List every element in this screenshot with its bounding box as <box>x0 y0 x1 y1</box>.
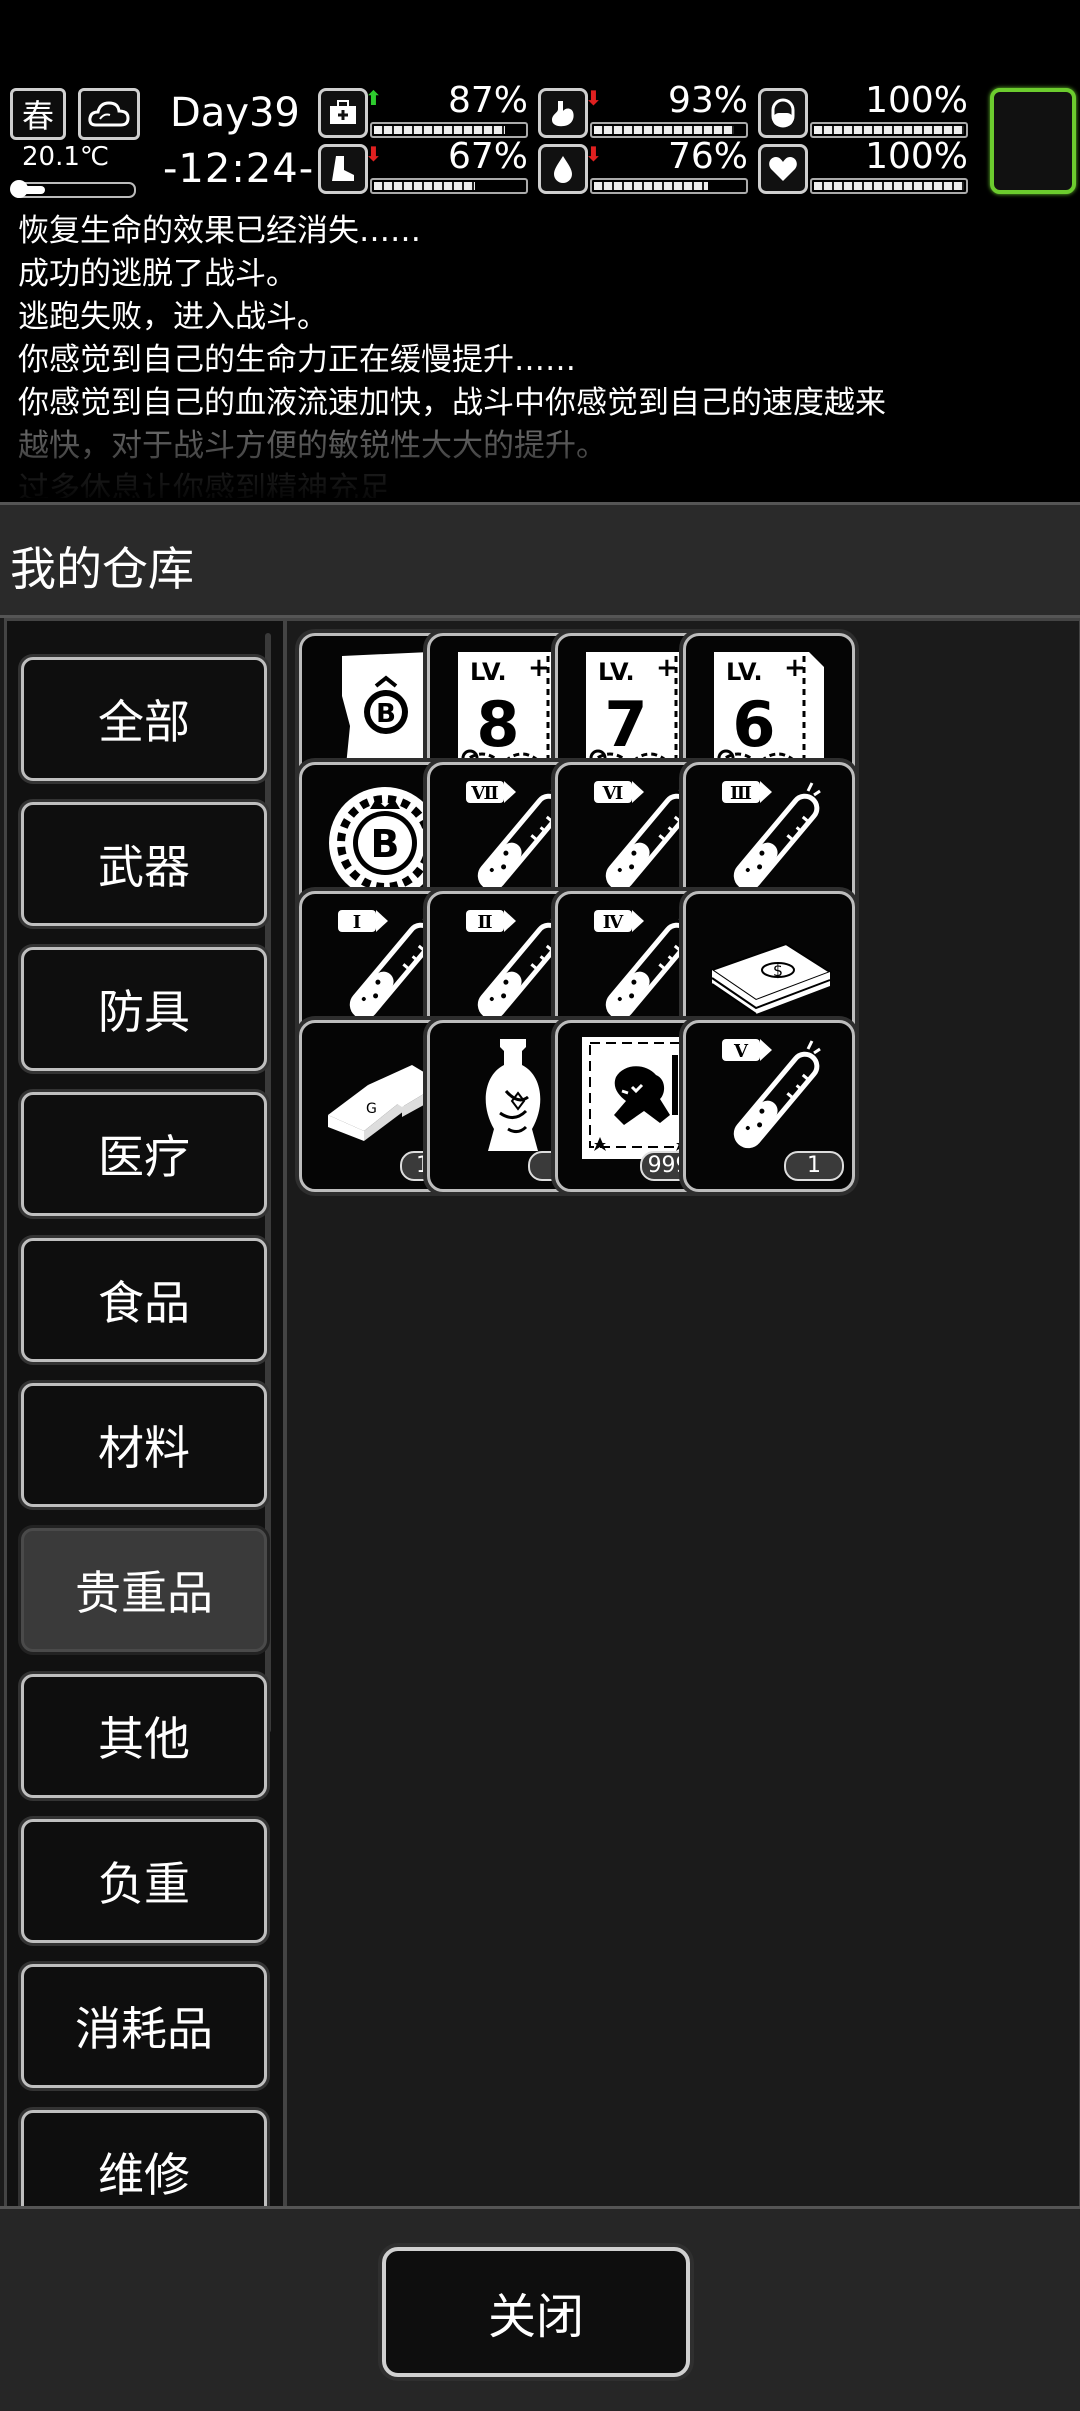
svg-text:LV.: LV. <box>598 658 635 686</box>
log-line: 恢复生命的效果已经消失…… <box>18 213 421 249</box>
heart-icon <box>758 144 808 194</box>
svg-text:Ⅵ: Ⅵ <box>602 783 624 804</box>
message-log: 恢复生命的效果已经消失…… 成功的逃脱了战斗。 逃跑失败，进入战斗。你感觉到自己的生… <box>0 210 1080 498</box>
water-drop-icon <box>538 144 588 194</box>
temperature-bar <box>10 180 136 198</box>
day-counter: Day39 <box>170 90 300 136</box>
stat-bar <box>370 178 528 194</box>
arrow-down-icon: ⬇ <box>585 86 602 110</box>
item-grid: B1LV.+82LV.+73LV.+64B53Ⅶ8Ⅵ11Ⅲ9Ⅰ33Ⅱ31Ⅳ15$… <box>284 618 1080 2212</box>
log-line: 逃跑失败，进入战斗。 <box>18 299 328 335</box>
stat-value: 93% <box>667 80 748 121</box>
svg-text:Ⅱ: Ⅱ <box>477 912 492 933</box>
svg-text:Ⅳ: Ⅳ <box>603 912 624 933</box>
category-sidebar[interactable]: 全部武器防具医疗食品材料贵重品其他负重消耗品维修 <box>4 618 286 2212</box>
arrow-down-icon: ⬇ <box>365 142 382 166</box>
stat-thirst: ⬇ 76% <box>538 136 748 196</box>
stomach-icon <box>538 88 588 138</box>
stat-value: 67% <box>447 136 528 177</box>
svg-text:B: B <box>376 699 396 729</box>
season-label: 春 <box>21 97 54 135</box>
season-indicator: 春 <box>10 88 66 140</box>
svg-text:B: B <box>371 822 400 866</box>
temperature-readout: 20.1℃ <box>22 142 110 172</box>
stat-bar-fill <box>374 182 475 190</box>
boot-icon <box>318 144 368 194</box>
page-title: 我的仓库 <box>10 542 194 596</box>
svg-text:7: 7 <box>604 688 647 761</box>
cloud-icon <box>78 88 140 140</box>
stat-bar <box>590 178 748 194</box>
svg-text:6: 6 <box>732 688 775 761</box>
stat-bar-fill <box>594 126 734 134</box>
category-tab[interactable]: 消耗品 <box>21 1964 267 2088</box>
stat-health: ⬆ 87% <box>318 80 528 140</box>
log-line: 你感觉到自己的生命力正在缓慢提升…… <box>18 342 576 378</box>
svg-text:8: 8 <box>476 688 519 761</box>
category-tab[interactable]: 维修 <box>21 2110 267 2209</box>
log-line: 成功的逃脱了战斗。 <box>18 256 297 292</box>
warehouse-header: 我的仓库 <box>0 502 1080 618</box>
category-tab[interactable]: 医疗 <box>21 1092 267 1216</box>
status-bar: 春 20.1℃ Day39 -12:24- ⬆ 87% ⬇ 93% 100% ⬇ 67% ⬇ 7… <box>0 80 1080 204</box>
svg-text:Ⅶ: Ⅶ <box>470 783 498 804</box>
game-clock: -12:24- <box>163 146 315 192</box>
stat-pill: 100% <box>758 80 968 140</box>
inventory-item[interactable]: Ⅴ1 <box>683 1020 855 1192</box>
thermometer-bulb-icon <box>10 180 28 198</box>
category-tab[interactable]: 其他 <box>21 1674 267 1798</box>
log-fade-overlay <box>0 428 1080 498</box>
stat-stamina: ⬇ 67% <box>318 136 528 196</box>
stat-value: 100% <box>865 136 968 177</box>
stat-hunger: ⬇ 93% <box>538 80 748 140</box>
warehouse-panel: 我的仓库 全部武器防具医疗食品材料贵重品其他负重消耗品维修 B1LV.+82LV… <box>0 502 1080 2411</box>
category-tab[interactable]: 材料 <box>21 1383 267 1507</box>
svg-text:LV.: LV. <box>726 658 763 686</box>
category-tab[interactable]: 防具 <box>21 947 267 1071</box>
close-button[interactable]: 关闭 <box>382 2247 690 2377</box>
category-tab[interactable]: 全部 <box>21 657 267 781</box>
stat-value: 87% <box>447 80 528 121</box>
category-tab[interactable]: 武器 <box>21 802 267 926</box>
svg-text:+: + <box>784 653 806 683</box>
category-tab[interactable]: 贵重品 <box>21 1528 267 1652</box>
category-tab[interactable]: 负重 <box>21 1819 267 1943</box>
pill-icon <box>758 88 808 138</box>
stat-bar-fill <box>814 182 964 190</box>
svg-text:Ⅰ: Ⅰ <box>353 912 361 933</box>
stat-value: 100% <box>865 80 968 121</box>
svg-text:G: G <box>366 1101 377 1117</box>
stat-value: 76% <box>667 136 748 177</box>
stat-bar <box>810 178 968 194</box>
svg-text:Ⅲ: Ⅲ <box>730 783 752 804</box>
stat-bar-fill <box>594 182 708 190</box>
svg-text:+: + <box>656 653 678 683</box>
svg-text:LV.: LV. <box>470 658 507 686</box>
bottom-bar: 关闭 <box>0 2206 1080 2411</box>
stat-bar-fill <box>814 126 964 134</box>
arrow-down-icon: ⬇ <box>585 142 602 166</box>
medkit-icon <box>318 88 368 138</box>
equipped-slot[interactable] <box>990 88 1076 194</box>
svg-text:$: $ <box>773 961 783 980</box>
item-count-badge: 1 <box>784 1151 844 1181</box>
arrow-up-icon: ⬆ <box>365 86 382 110</box>
svg-text:Ⅴ: Ⅴ <box>733 1041 749 1062</box>
stat-bar-fill <box>374 126 505 134</box>
svg-text:+: + <box>528 653 550 683</box>
log-line: 你感觉到自己的血液流速加快，战斗中你感觉到自己的速度越来 <box>18 385 886 421</box>
stat-mood: 100% <box>758 136 968 196</box>
category-tab[interactable]: 食品 <box>21 1238 267 1362</box>
